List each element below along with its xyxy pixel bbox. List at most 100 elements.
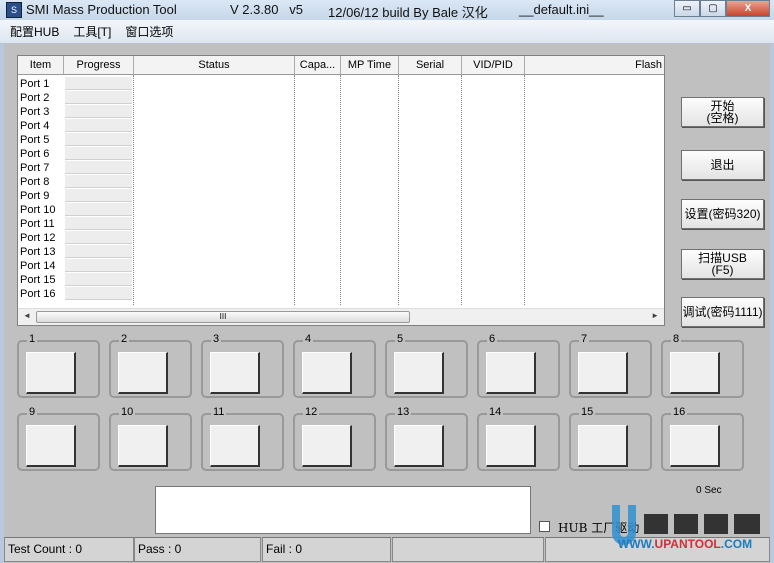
- progress-bar: [65, 217, 132, 230]
- hub-checkbox[interactable]: [539, 521, 550, 532]
- port-number: 4: [303, 333, 314, 345]
- build-info: 12/06/12 build By Bale 汉化: [328, 5, 488, 20]
- progress-bar: [65, 245, 132, 258]
- port-name: Port 9: [20, 190, 50, 202]
- status-pass: Pass : 0: [134, 537, 261, 562]
- table-row[interactable]: Port 4: [20, 119, 49, 133]
- col-status[interactable]: Status: [134, 56, 295, 75]
- exit-button[interactable]: 退出: [681, 150, 764, 180]
- scroll-right-icon[interactable]: ►: [651, 311, 659, 320]
- port-number: 12: [303, 406, 320, 418]
- progress-bar: [65, 77, 132, 90]
- port-indicator[interactable]: [578, 352, 628, 394]
- minimize-button[interactable]: ▭: [674, 0, 700, 17]
- port-indicator[interactable]: [302, 425, 352, 467]
- port-box: 11: [201, 406, 284, 471]
- close-button[interactable]: X: [726, 0, 770, 17]
- col-flash[interactable]: Flash: [525, 56, 666, 75]
- port-indicator[interactable]: [578, 425, 628, 467]
- progress-bar: [65, 105, 132, 118]
- port-indicator[interactable]: [486, 425, 536, 467]
- scroll-thumb[interactable]: III: [36, 311, 410, 323]
- port-name: Port 11: [20, 218, 55, 230]
- port-name: Port 1: [20, 78, 50, 90]
- port-name: Port 8: [20, 176, 50, 188]
- port-number: 8: [671, 333, 682, 345]
- table-row[interactable]: Port 13: [20, 245, 55, 259]
- port-indicator[interactable]: [210, 425, 260, 467]
- horizontal-scrollbar[interactable]: ◄ III ►: [18, 308, 664, 325]
- port-box: 14: [477, 406, 560, 471]
- progress-bar: [65, 189, 132, 202]
- port-box: 2: [109, 333, 192, 398]
- status-panel-5: [545, 537, 770, 562]
- progress-bar: [65, 231, 132, 244]
- menu-window-options[interactable]: 窗口选项: [125, 23, 173, 40]
- menu-hub-config[interactable]: 配置HUB: [10, 23, 59, 40]
- port-box: 13: [385, 406, 468, 471]
- scroll-left-icon[interactable]: ◄: [23, 311, 31, 320]
- table-row[interactable]: Port 11: [20, 217, 55, 231]
- port-indicator[interactable]: [394, 352, 444, 394]
- port-number: 6: [487, 333, 498, 345]
- table-row[interactable]: Port 7: [20, 161, 49, 175]
- port-indicator[interactable]: [394, 425, 444, 467]
- table-row[interactable]: Port 2: [20, 91, 49, 105]
- port-number: 10: [119, 406, 136, 418]
- port-table: Item Progress Status Capa... MP Time Ser…: [17, 55, 665, 326]
- port-indicator[interactable]: [670, 352, 720, 394]
- port-number: 9: [27, 406, 38, 418]
- port-indicator[interactable]: [26, 425, 76, 467]
- progress-bar: [65, 175, 132, 188]
- hub-checkbox-label[interactable]: HUB 工厂驱动: [558, 519, 639, 536]
- progress-bar: [65, 203, 132, 216]
- table-row[interactable]: Port 3: [20, 105, 49, 119]
- port-box: 9: [17, 406, 100, 471]
- port-indicator[interactable]: [670, 425, 720, 467]
- port-number: 13: [395, 406, 412, 418]
- log-box[interactable]: [155, 486, 531, 534]
- port-box: 1: [17, 333, 100, 398]
- table-row[interactable]: Port 6: [20, 147, 49, 161]
- table-row[interactable]: Port 10: [20, 203, 55, 217]
- table-row[interactable]: Port 12: [20, 231, 55, 245]
- start-button[interactable]: 开始 (空格): [681, 97, 764, 127]
- port-name: Port 14: [20, 260, 56, 272]
- port-number: 11: [211, 406, 227, 418]
- table-row[interactable]: Port 15: [20, 273, 55, 287]
- port-indicator[interactable]: [26, 352, 76, 394]
- port-indicator[interactable]: [486, 352, 536, 394]
- port-number: 7: [579, 333, 590, 345]
- col-progress[interactable]: Progress: [64, 56, 134, 75]
- port-indicator[interactable]: [118, 352, 168, 394]
- col-vid-pid[interactable]: VID/PID: [462, 56, 525, 75]
- col-capacity[interactable]: Capa...: [295, 56, 341, 75]
- debug-button[interactable]: 调试(密码1111): [681, 297, 764, 327]
- status-fail: Fail : 0: [262, 537, 391, 562]
- port-box: 12: [293, 406, 376, 471]
- ini-file: __default.ini__: [519, 2, 604, 17]
- table-row[interactable]: Port 9: [20, 189, 49, 203]
- col-mp-time[interactable]: MP Time: [341, 56, 399, 75]
- menu-tools[interactable]: 工具[T]: [73, 23, 111, 40]
- settings-button[interactable]: 设置(密码320): [681, 199, 764, 229]
- port-name: Port 15: [20, 274, 56, 286]
- table-row[interactable]: Port 5: [20, 133, 49, 147]
- col-item[interactable]: Item: [18, 56, 64, 75]
- port-box: 7: [569, 333, 652, 398]
- port-number: 14: [487, 406, 504, 418]
- scan-usb-button[interactable]: 扫描USB (F5): [681, 249, 764, 279]
- app-version: V 2.3.80 v5: [230, 2, 303, 17]
- port-indicator[interactable]: [302, 352, 352, 394]
- table-row[interactable]: Port 8: [20, 175, 49, 189]
- port-indicator[interactable]: [210, 352, 260, 394]
- table-row[interactable]: Port 16: [20, 287, 55, 301]
- port-box: 3: [201, 333, 284, 398]
- title-bar: S SMI Mass Production Tool V 2.3.80 v5 1…: [0, 0, 774, 20]
- maximize-button[interactable]: ▢: [700, 0, 726, 17]
- col-serial[interactable]: Serial: [399, 56, 462, 75]
- table-row[interactable]: Port 1: [20, 77, 49, 91]
- port-name: Port 6: [20, 148, 50, 160]
- port-indicator[interactable]: [118, 425, 168, 467]
- table-row[interactable]: Port 14: [20, 259, 55, 273]
